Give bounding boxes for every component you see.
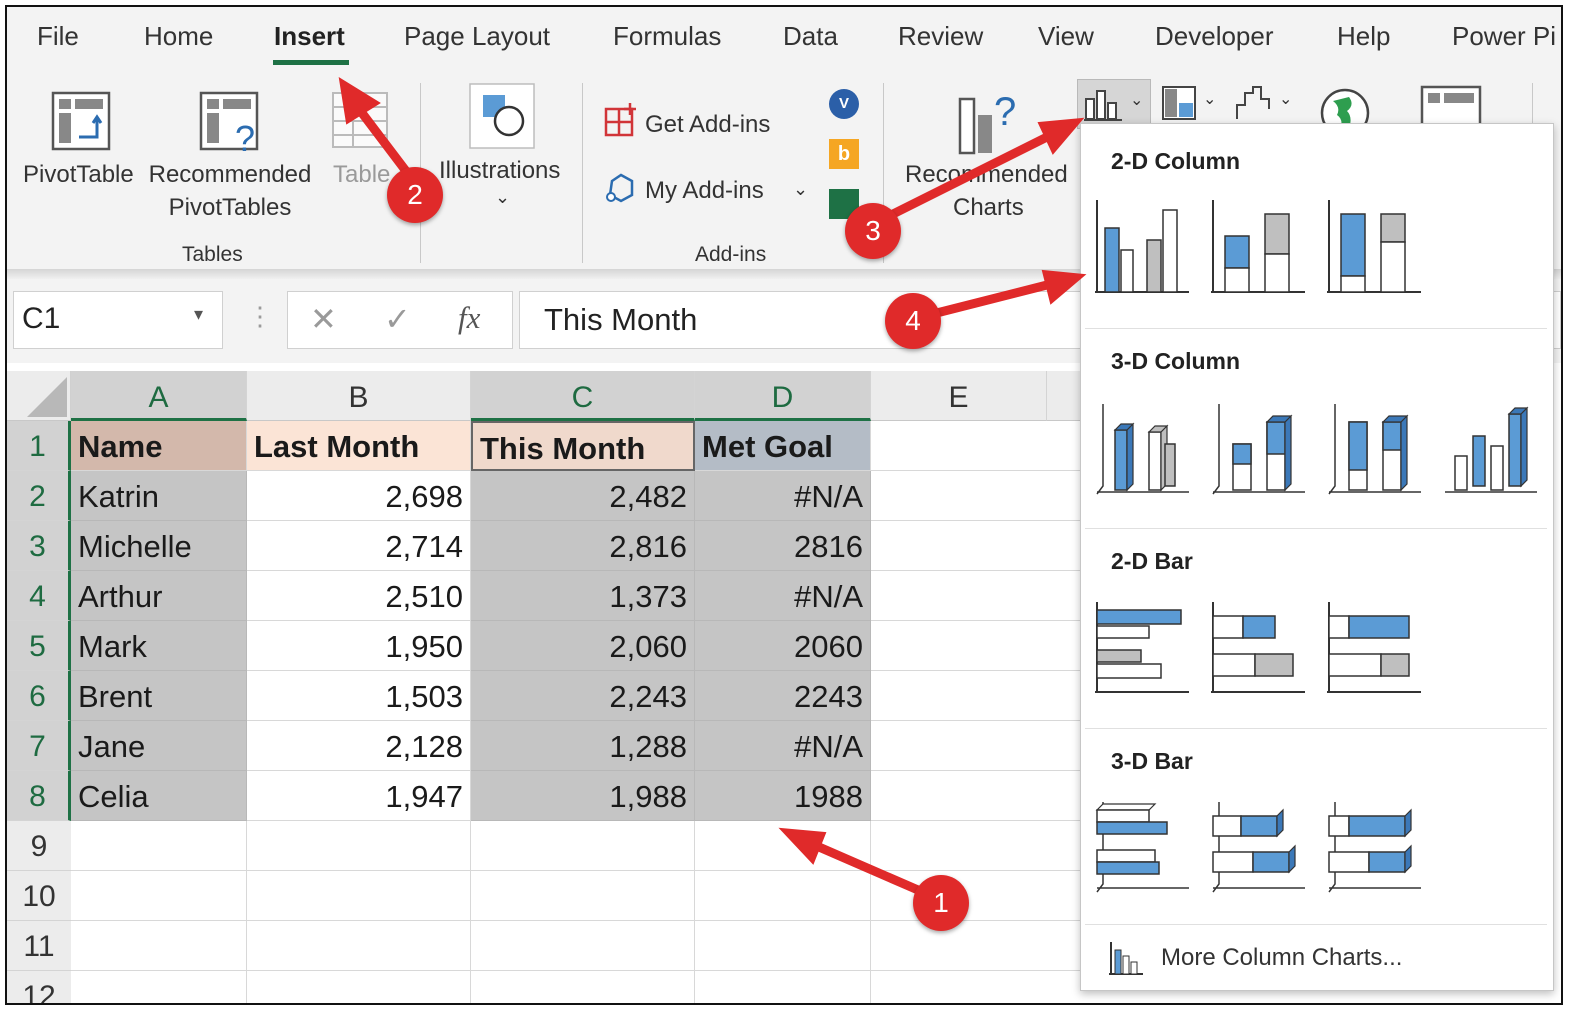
callout-badge-1: 1 [913, 875, 969, 931]
excel-window: File Home Insert Page Layout Formulas Da… [5, 5, 1563, 1005]
callout-badge-2: 2 [387, 167, 443, 223]
callout-badge-4: 4 [885, 293, 941, 349]
callout-badge-3: 3 [845, 203, 901, 259]
annotation-arrows [338, 77, 1087, 905]
